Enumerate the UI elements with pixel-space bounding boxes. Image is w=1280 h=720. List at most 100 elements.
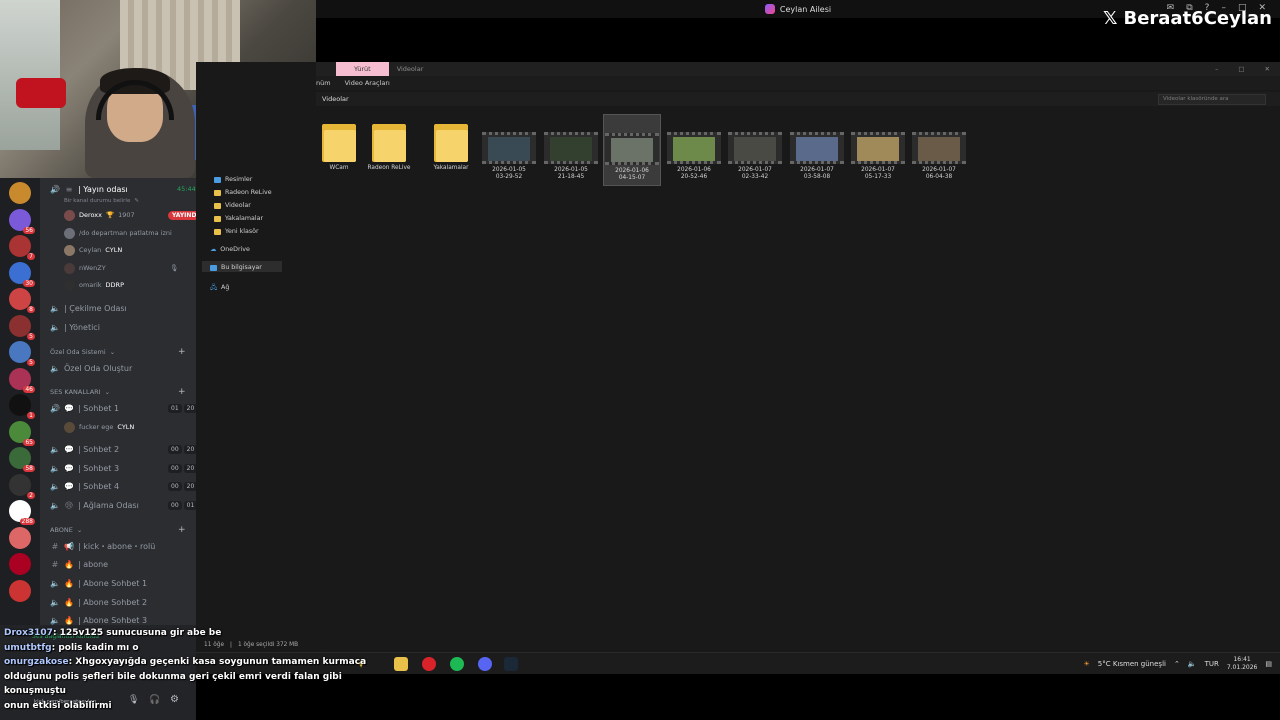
video-file-item[interactable]: 2026-01-07 03-58-08 (788, 114, 846, 186)
unread-badge: 288 (19, 518, 35, 525)
server-icon[interactable] (9, 579, 31, 602)
fire-icon: 🔥 (64, 615, 74, 625)
server-icon[interactable]: 58 (9, 447, 35, 472)
notification-icon[interactable]: ▤ (1265, 660, 1272, 668)
video-file-item[interactable]: 2026-01-07 06-04-38 (910, 114, 968, 186)
video-file-item[interactable]: 2026-01-07 05-17-33 (849, 114, 907, 186)
folder-item[interactable]: Radeon ReLive (360, 114, 418, 186)
server-icon[interactable]: 2 (9, 473, 35, 499)
server-icon[interactable]: 65 (9, 420, 35, 446)
chat-message: onun etkisi olabilirmi (0, 699, 400, 714)
video-file-item[interactable]: 2026-01-06 04-15-07 (603, 114, 661, 186)
channel-sohbet2[interactable]: 🔈 💬 | Sohbet 2 00 20 (50, 441, 198, 457)
nav-onedrive[interactable]: ☁ OneDrive (210, 246, 250, 253)
search-input[interactable]: Videolar klasöründe ara (1158, 93, 1266, 105)
nav-yakalamalar[interactable]: Yakalamalar (214, 215, 263, 222)
channel-sohbet4[interactable]: 🔈 💬 | Sohbet 4 00 20 (50, 478, 198, 494)
breadcrumb[interactable]: Videolar (316, 95, 349, 103)
explorer-tabs: Yürüt Videolar – □ ✕ (316, 62, 1280, 76)
server-icon[interactable] (9, 182, 31, 204)
file-name: 2026-01-07 02-33-42 (738, 167, 772, 180)
voice-user[interactable]: Ceylan CYLN (64, 243, 122, 257)
server-icon[interactable]: 5 (9, 314, 35, 340)
channel-yonetici[interactable]: 🔈 | Yönetici (50, 319, 100, 335)
video-thumbnail (790, 132, 844, 164)
file-name: Yakalamalar (433, 165, 469, 171)
nav-resimler[interactable]: Resimler (214, 176, 252, 183)
weather-text[interactable]: 5°C Kısmen güneşli (1098, 660, 1166, 668)
video-thumbnail (728, 132, 782, 164)
channel-status[interactable]: Bir kanal durumu belirle ✎ (64, 194, 139, 208)
video-file-item[interactable]: 2026-01-06 20-52-46 (665, 114, 723, 186)
chevron-up-icon[interactable]: ⌃ (1174, 660, 1180, 668)
server-icon[interactable]: 7 (9, 235, 35, 260)
nav-bu-bilgisayar[interactable]: Bu bilgisayar (210, 264, 262, 271)
video-file-item[interactable]: 2026-01-07 02-33-42 (726, 114, 784, 186)
fire-icon: 🔥 (64, 578, 74, 588)
maximize-button[interactable]: □ (1238, 65, 1244, 73)
discord-icon[interactable] (478, 657, 492, 671)
voice-user[interactable]: /do departman patlatma izni (64, 226, 172, 240)
voice-user[interactable]: nWenZY 🎙 (64, 261, 178, 275)
video-file-item[interactable]: 2026-01-05 21-18-45 (542, 114, 600, 186)
server-icon[interactable]: 5 (9, 341, 35, 366)
opera-icon[interactable] (422, 657, 436, 671)
voice-user[interactable]: omarik DDRP (64, 278, 124, 292)
tab-videos[interactable]: Videolar (397, 65, 424, 73)
voice-user[interactable]: fucker ege CYLN (64, 420, 134, 434)
tab-play[interactable]: Yürüt (336, 62, 389, 76)
folder-icon (434, 120, 468, 162)
channel-kick[interactable]: # 📢 | kick・abone・rolü (50, 538, 156, 554)
avatar (64, 227, 75, 239)
server-icon[interactable]: 30 (9, 261, 35, 287)
file-name: 2026-01-05 03-29-52 (492, 167, 526, 180)
server-icon[interactable]: 46 (9, 367, 35, 393)
add-channel-icon[interactable]: + (178, 347, 186, 357)
add-channel-icon[interactable]: + (178, 387, 186, 397)
close-button[interactable]: ✕ (1265, 65, 1270, 73)
spotify-icon[interactable] (450, 657, 464, 671)
server-icon[interactable]: 8 (9, 288, 35, 313)
folder-icon (214, 189, 221, 196)
steam-icon[interactable] (504, 657, 518, 671)
nav-yeni-klasor[interactable]: Yeni klasör (214, 228, 259, 235)
server-icon[interactable] (9, 553, 31, 575)
pencil-icon: ✎ (134, 198, 139, 204)
avatar (64, 421, 75, 433)
clock[interactable]: 16:41 7.01.2026 (1227, 656, 1258, 672)
minimize-button[interactable]: – (1215, 65, 1218, 73)
chat-username: onurgzakose (4, 657, 69, 667)
channel-abone2[interactable]: 🔈 🔥 | Abone Sohbet 2 (50, 594, 147, 610)
category-abone[interactable]: ABONE ⌄ + (50, 525, 186, 535)
speaker-icon[interactable]: 🔈 (1188, 660, 1197, 668)
ribbon-view[interactable]: nüm (316, 79, 331, 87)
channel-sohbet3[interactable]: 🔈 💬 | Sohbet 3 00 20 (50, 460, 198, 476)
category-ozel[interactable]: Özel Oda Sistemi ⌄ + (50, 347, 186, 357)
category-ses[interactable]: SES KANALLARI ⌄ + (50, 387, 186, 397)
speaker-icon: 🔈 (50, 500, 60, 510)
channel-sohbet1[interactable]: 🔊 💬 | Sohbet 1 01 20 (50, 400, 198, 416)
address-bar[interactable]: Videolar Videolar klasöründe ara (316, 92, 1280, 106)
nav-relive[interactable]: Radeon ReLive (214, 189, 272, 196)
avatar (64, 262, 75, 274)
chat-icon: 💬 (64, 444, 74, 454)
nav-ag[interactable]: 🖧 Ağ (210, 282, 229, 293)
channel-abone1[interactable]: 🔈 🔥 | Abone Sohbet 1 (50, 575, 147, 591)
server-icon[interactable]: 56 (9, 208, 35, 234)
video-file-item[interactable]: 2026-01-05 03-29-52 (480, 114, 538, 186)
server-icon[interactable] (9, 526, 31, 549)
speaker-icon: 🔊 (50, 184, 60, 194)
server-icon[interactable]: 288 (9, 500, 35, 525)
folder-icon (214, 215, 221, 222)
add-channel-icon[interactable]: + (178, 525, 186, 535)
language-indicator[interactable]: TUR (1205, 660, 1219, 668)
server-icon[interactable]: 1 (9, 394, 35, 419)
folder-item[interactable]: Yakalamalar (422, 114, 480, 186)
channel-aglama[interactable]: 🔈 😢 | Ağlama Odası 00 01 (50, 497, 198, 513)
channel-ozel-olustur[interactable]: 🔈 Özel Oda Oluştur (50, 360, 132, 376)
channel-abone[interactable]: # 🔥 | abone (50, 556, 108, 572)
voice-user[interactable]: Deroxx 🏆 1907 YAYINDA (64, 208, 206, 222)
ribbon-video-tools[interactable]: Video Araçları (345, 79, 390, 87)
nav-videolar[interactable]: Videolar (214, 202, 251, 209)
channel-cekilme[interactable]: 🔈 | Çekilme Odası (50, 300, 127, 316)
